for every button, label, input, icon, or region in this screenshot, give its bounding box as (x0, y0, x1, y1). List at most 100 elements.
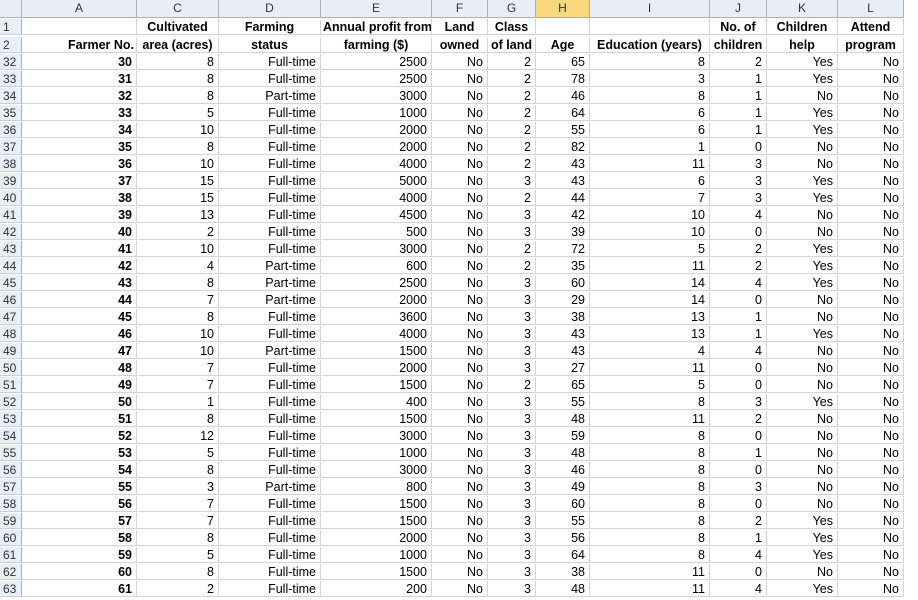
table-cell[interactable]: No (432, 496, 488, 512)
column-header-j[interactable]: J (710, 0, 767, 18)
table-cell[interactable]: 50 (22, 394, 137, 410)
table-cell[interactable]: 27 (536, 360, 590, 376)
table-cell[interactable]: No (838, 479, 904, 495)
table-cell[interactable]: 36 (22, 156, 137, 172)
table-cell[interactable]: No (838, 360, 904, 376)
table-cell[interactable]: No (432, 156, 488, 172)
row-number[interactable]: 1 (0, 19, 22, 35)
table-cell[interactable]: 500 (321, 224, 432, 240)
table-cell[interactable]: 78 (536, 71, 590, 87)
table-cell[interactable]: No (838, 207, 904, 223)
table-cell[interactable]: 2 (488, 71, 536, 87)
table-cell[interactable]: 13 (590, 326, 710, 342)
table-cell[interactable]: 55 (536, 513, 590, 529)
table-cell[interactable]: 3 (488, 411, 536, 427)
table-cell[interactable]: 11 (590, 258, 710, 274)
table-cell[interactable]: 8 (137, 54, 219, 70)
header-cell[interactable] (22, 19, 137, 35)
table-cell[interactable]: Full-time (219, 54, 321, 70)
table-cell[interactable]: 2 (488, 190, 536, 206)
table-cell[interactable]: 5000 (321, 173, 432, 189)
table-cell[interactable]: 13 (590, 309, 710, 325)
table-cell[interactable]: No (767, 411, 838, 427)
table-cell[interactable]: 53 (22, 445, 137, 461)
column-header-l[interactable]: L (838, 0, 904, 18)
table-cell[interactable]: No (838, 445, 904, 461)
row-number[interactable]: 32 (0, 54, 22, 70)
table-cell[interactable]: 4500 (321, 207, 432, 223)
header-cell[interactable]: children (710, 37, 767, 53)
table-cell[interactable]: 5 (137, 547, 219, 563)
table-cell[interactable]: 200 (321, 581, 432, 597)
table-cell[interactable]: 2 (710, 258, 767, 274)
table-cell[interactable]: No (767, 462, 838, 478)
table-cell[interactable]: Yes (767, 326, 838, 342)
table-cell[interactable]: No (767, 292, 838, 308)
table-cell[interactable]: No (432, 360, 488, 376)
table-cell[interactable]: 48 (536, 411, 590, 427)
table-cell[interactable]: 3 (710, 479, 767, 495)
table-cell[interactable]: 10 (137, 156, 219, 172)
table-cell[interactable]: 11 (590, 581, 710, 597)
row-number[interactable]: 52 (0, 394, 22, 410)
header-cell[interactable]: help (767, 37, 838, 53)
table-cell[interactable]: 8 (590, 54, 710, 70)
row-number[interactable]: 47 (0, 309, 22, 325)
table-cell[interactable]: 8 (137, 275, 219, 291)
table-cell[interactable]: No (767, 496, 838, 512)
table-cell[interactable]: No (838, 411, 904, 427)
table-cell[interactable]: 38 (536, 564, 590, 580)
table-cell[interactable]: 1 (710, 530, 767, 546)
table-cell[interactable]: Part-time (219, 479, 321, 495)
table-cell[interactable]: Yes (767, 54, 838, 70)
column-header-e[interactable]: E (321, 0, 432, 18)
table-cell[interactable]: 29 (536, 292, 590, 308)
table-cell[interactable]: 8 (137, 139, 219, 155)
table-cell[interactable]: Yes (767, 190, 838, 206)
table-cell[interactable]: No (767, 479, 838, 495)
table-cell[interactable]: 65 (536, 377, 590, 393)
row-number[interactable]: 46 (0, 292, 22, 308)
table-cell[interactable]: 11 (590, 360, 710, 376)
table-cell[interactable]: No (767, 88, 838, 104)
table-cell[interactable]: 58 (22, 530, 137, 546)
table-cell[interactable]: 800 (321, 479, 432, 495)
row-number[interactable]: 49 (0, 343, 22, 359)
table-cell[interactable]: 3 (488, 326, 536, 342)
table-cell[interactable]: 41 (22, 241, 137, 257)
table-cell[interactable]: No (432, 275, 488, 291)
table-cell[interactable]: 10 (137, 122, 219, 138)
table-cell[interactable]: No (432, 88, 488, 104)
table-cell[interactable]: No (432, 547, 488, 563)
table-cell[interactable]: No (432, 292, 488, 308)
table-cell[interactable]: 3 (710, 156, 767, 172)
column-header-h[interactable]: H (536, 0, 590, 18)
table-cell[interactable]: No (432, 207, 488, 223)
table-cell[interactable]: 3 (488, 173, 536, 189)
row-number[interactable]: 41 (0, 207, 22, 223)
table-cell[interactable]: 13 (137, 207, 219, 223)
header-cell[interactable]: owned (432, 37, 488, 53)
table-cell[interactable]: 8 (137, 71, 219, 87)
table-cell[interactable]: 8 (137, 88, 219, 104)
table-cell[interactable]: 10 (590, 224, 710, 240)
table-cell[interactable]: No (838, 496, 904, 512)
select-all-corner[interactable] (0, 0, 22, 18)
table-cell[interactable]: No (432, 224, 488, 240)
header-cell[interactable]: Land (432, 19, 488, 35)
row-number[interactable]: 55 (0, 445, 22, 461)
table-cell[interactable]: No (838, 513, 904, 529)
table-cell[interactable]: 8 (590, 547, 710, 563)
table-cell[interactable]: 400 (321, 394, 432, 410)
table-cell[interactable]: Full-time (219, 326, 321, 342)
table-cell[interactable]: 8 (590, 496, 710, 512)
table-cell[interactable]: 3 (488, 275, 536, 291)
table-cell[interactable]: 2000 (321, 292, 432, 308)
table-cell[interactable]: 4000 (321, 326, 432, 342)
table-cell[interactable]: Full-time (219, 71, 321, 87)
table-cell[interactable]: No (432, 530, 488, 546)
table-cell[interactable]: Full-time (219, 360, 321, 376)
table-cell[interactable]: Full-time (219, 173, 321, 189)
table-cell[interactable]: 43 (536, 156, 590, 172)
table-cell[interactable]: 1 (137, 394, 219, 410)
